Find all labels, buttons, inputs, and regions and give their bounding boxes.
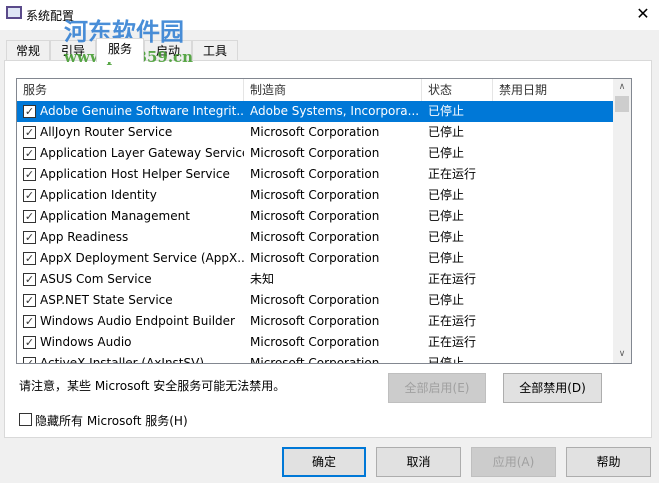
scroll-thumb[interactable]: [615, 96, 629, 112]
service-row[interactable]: ✓ AllJoyn Router Service Microsoft Corpo…: [17, 122, 613, 143]
column-manufacturer[interactable]: 制造商: [244, 79, 422, 101]
service-checkbox[interactable]: ✓: [23, 126, 36, 139]
security-note: 请注意，某些 Microsoft 安全服务可能无法禁用。: [19, 379, 286, 393]
service-row[interactable]: ✓ Windows Audio Microsoft Corporation 正在…: [17, 332, 613, 353]
service-row[interactable]: ✓ App Readiness Microsoft Corporation 已停…: [17, 227, 613, 248]
service-checkbox[interactable]: ✓: [23, 336, 36, 349]
service-status: 已停止: [428, 104, 465, 118]
service-status: 已停止: [428, 188, 465, 202]
enable-all-button[interactable]: 全部启用(E): [388, 373, 486, 403]
service-row[interactable]: ✓ Adobe Genuine Software Integrit... Ado…: [17, 101, 613, 122]
service-name: Application Management: [40, 209, 190, 223]
service-checkbox[interactable]: ✓: [23, 105, 36, 118]
service-name: Application Host Helper Service: [40, 167, 230, 181]
service-name: Application Layer Gateway Service: [40, 146, 244, 160]
service-row[interactable]: ✓ Application Management Microsoft Corpo…: [17, 206, 613, 227]
service-name: ASP.NET State Service: [40, 293, 173, 307]
tab-tools[interactable]: 工具: [192, 40, 238, 61]
service-row[interactable]: ✓ Application Identity Microsoft Corpora…: [17, 185, 613, 206]
hide-microsoft-label: 隐藏所有 Microsoft 服务(H): [35, 414, 188, 428]
service-manufacturer: Microsoft Corporation: [250, 146, 380, 160]
service-status: 正在运行: [428, 335, 477, 349]
hide-microsoft-checkbox[interactable]: [19, 413, 32, 426]
service-status: 已停止: [428, 356, 465, 364]
service-manufacturer: 未知: [250, 272, 275, 286]
ok-button[interactable]: 确定: [282, 447, 366, 477]
service-status: 已停止: [428, 125, 465, 139]
service-status: 已停止: [428, 209, 465, 223]
service-name: Application Identity: [40, 188, 157, 202]
service-manufacturer: Adobe Systems, Incorpora...: [250, 104, 420, 118]
column-disabled-date[interactable]: 禁用日期: [493, 79, 613, 101]
service-row[interactable]: ✓ ASUS Com Service 未知 正在运行: [17, 269, 613, 290]
service-checkbox[interactable]: ✓: [23, 315, 36, 328]
service-status: 已停止: [428, 251, 465, 265]
vertical-scrollbar[interactable]: ∧ ∨: [613, 79, 631, 363]
apply-button[interactable]: 应用(A): [471, 447, 556, 477]
service-checkbox[interactable]: ✓: [23, 252, 36, 265]
service-status: 已停止: [428, 293, 465, 307]
service-status: 已停止: [428, 146, 465, 160]
service-row[interactable]: ✓ Application Layer Gateway Service Micr…: [17, 143, 613, 164]
help-button[interactable]: 帮助: [566, 447, 651, 477]
service-checkbox[interactable]: ✓: [23, 294, 36, 307]
service-name: App Readiness: [40, 230, 129, 244]
service-manufacturer: Microsoft Corporation: [250, 188, 380, 202]
service-name: AppX Deployment Service (AppX...: [40, 251, 244, 265]
service-manufacturer: Microsoft Corporation: [250, 356, 380, 364]
service-manufacturer: Microsoft Corporation: [250, 125, 380, 139]
service-name: Windows Audio Endpoint Builder: [40, 314, 235, 328]
service-checkbox[interactable]: ✓: [23, 147, 36, 160]
column-service[interactable]: 服务: [17, 79, 244, 101]
service-name: Windows Audio: [40, 335, 132, 349]
service-row[interactable]: ✓ Application Host Helper Service Micros…: [17, 164, 613, 185]
service-checkbox[interactable]: ✓: [23, 210, 36, 223]
services-list[interactable]: 服务 制造商 状态 禁用日期 ✓ Adobe Genuine Software …: [16, 78, 632, 364]
service-checkbox[interactable]: ✓: [23, 189, 36, 202]
service-row[interactable]: ✓ ActiveX Installer (AxInstSV) Microsoft…: [17, 353, 613, 364]
service-status: 正在运行: [428, 314, 477, 328]
service-manufacturer: Microsoft Corporation: [250, 251, 380, 265]
service-name: Adobe Genuine Software Integrit...: [40, 104, 244, 118]
tab-general[interactable]: 常规: [6, 40, 50, 61]
service-checkbox[interactable]: ✓: [23, 273, 36, 286]
app-icon: [6, 6, 22, 19]
tab-services[interactable]: 服务: [96, 38, 144, 62]
cancel-button[interactable]: 取消: [376, 447, 461, 477]
scroll-down-icon[interactable]: ∨: [613, 346, 631, 363]
service-manufacturer: Microsoft Corporation: [250, 293, 380, 307]
service-manufacturer: Microsoft Corporation: [250, 167, 380, 181]
service-row[interactable]: ✓ Windows Audio Endpoint Builder Microso…: [17, 311, 613, 332]
column-status[interactable]: 状态: [422, 79, 493, 101]
service-row[interactable]: ✓ ASP.NET State Service Microsoft Corpor…: [17, 290, 613, 311]
service-name: AllJoyn Router Service: [40, 125, 173, 139]
service-status: 正在运行: [428, 167, 477, 181]
service-name: ActiveX Installer (AxInstSV): [40, 356, 205, 364]
service-checkbox[interactable]: ✓: [23, 357, 36, 363]
list-header: 服务 制造商 状态 禁用日期: [17, 79, 613, 101]
service-row[interactable]: ✓ AppX Deployment Service (AppX... Micro…: [17, 248, 613, 269]
service-status: 正在运行: [428, 272, 477, 286]
service-manufacturer: Microsoft Corporation: [250, 335, 380, 349]
service-checkbox[interactable]: ✓: [23, 168, 36, 181]
service-name: ASUS Com Service: [40, 272, 152, 286]
service-manufacturer: Microsoft Corporation: [250, 209, 380, 223]
service-manufacturer: Microsoft Corporation: [250, 230, 380, 244]
service-status: 已停止: [428, 230, 465, 244]
service-checkbox[interactable]: ✓: [23, 231, 36, 244]
service-manufacturer: Microsoft Corporation: [250, 314, 380, 328]
disable-all-button[interactable]: 全部禁用(D): [503, 373, 602, 403]
scroll-up-icon[interactable]: ∧: [613, 79, 631, 96]
close-button[interactable]: ✕: [628, 2, 658, 26]
